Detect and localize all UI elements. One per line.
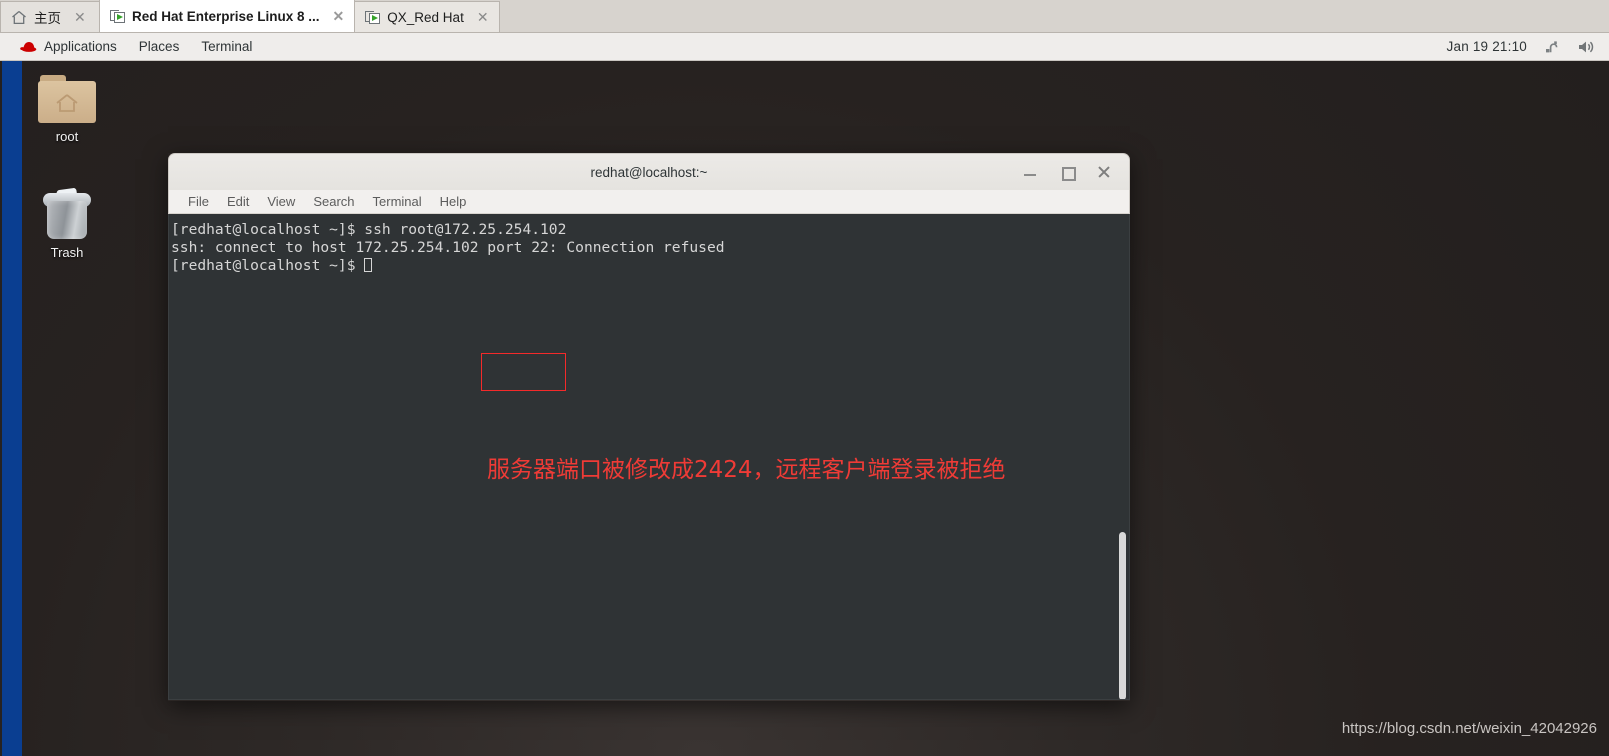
menu-label: Places xyxy=(138,39,180,54)
menu-terminal[interactable]: Terminal xyxy=(364,194,431,209)
desktop-icon-label: Trash xyxy=(50,245,84,260)
terminal-cursor xyxy=(364,257,373,272)
scrollbar-thumb[interactable] xyxy=(1119,532,1126,699)
terminal-line: [redhat@localhost ~]$ ssh root@172.25.25… xyxy=(171,221,567,238)
vm-powered-on-icon xyxy=(110,9,125,24)
vmware-tab-strip: 主页 ✕ Red Hat Enterprise Linux 8 ... ✕ QX… xyxy=(0,0,1609,33)
desktop-left-accent-bar xyxy=(2,61,22,756)
annotation-highlight-box xyxy=(481,353,566,391)
menu-terminal-window[interactable]: Terminal xyxy=(190,33,263,61)
terminal-output: [redhat@localhost ~]$ ssh root@172.25.25… xyxy=(169,214,1129,274)
terminal-prompt: [redhat@localhost ~]$ xyxy=(171,256,365,274)
desktop-icon-label: root xyxy=(55,129,79,144)
minimize-button[interactable] xyxy=(1023,165,1037,179)
menu-edit[interactable]: Edit xyxy=(218,194,258,209)
home-folder-icon xyxy=(38,75,96,123)
accessibility-icon[interactable] xyxy=(1543,39,1561,55)
trash-icon xyxy=(41,187,93,239)
menu-label: Terminal xyxy=(201,39,253,54)
gnome-top-panel: Applications Places Terminal Jan 19 21:1… xyxy=(0,33,1609,61)
maximize-button[interactable] xyxy=(1060,165,1076,181)
menu-search[interactable]: Search xyxy=(304,194,363,209)
menu-places[interactable]: Places xyxy=(128,33,191,61)
menu-file[interactable]: File xyxy=(179,194,218,209)
menu-help[interactable]: Help xyxy=(431,194,476,209)
vm-powered-on-icon xyxy=(365,10,381,25)
close-icon[interactable]: ✕ xyxy=(477,10,489,24)
close-button[interactable] xyxy=(1097,165,1111,179)
terminal-window: redhat@localhost:~ File Edit View Search… xyxy=(168,153,1130,701)
panel-menu-group: Applications Places Terminal xyxy=(0,33,263,61)
terminal-body[interactable]: [redhat@localhost ~]$ ssh root@172.25.25… xyxy=(168,214,1130,700)
tab-home[interactable]: 主页 ✕ xyxy=(0,1,100,32)
desktop-icon-root[interactable]: root xyxy=(19,75,115,144)
desktop: root Trash redhat@localhost:~ File Edit … xyxy=(0,61,1609,756)
home-icon xyxy=(11,10,27,25)
terminal-title: redhat@localhost:~ xyxy=(590,164,708,180)
annotation-text: 服务器端口被修改成2424，远程客户端登录被拒绝 xyxy=(487,457,1006,483)
menu-applications[interactable]: Applications xyxy=(9,33,128,61)
tab-label: Red Hat Enterprise Linux 8 ... xyxy=(132,8,320,24)
menu-view[interactable]: View xyxy=(258,194,304,209)
terminal-menubar: File Edit View Search Terminal Help xyxy=(168,190,1130,214)
tab-label: QX_Red Hat xyxy=(387,9,464,25)
clock[interactable]: Jan 19 21:10 xyxy=(1447,39,1527,54)
volume-icon[interactable] xyxy=(1577,39,1595,55)
terminal-titlebar[interactable]: redhat@localhost:~ xyxy=(168,153,1130,190)
tab-rhel8[interactable]: Red Hat Enterprise Linux 8 ... ✕ xyxy=(99,0,356,32)
terminal-scrollbar[interactable] xyxy=(1116,214,1128,699)
tab-qx-redhat[interactable]: QX_Red Hat ✕ xyxy=(354,1,500,32)
close-icon[interactable]: ✕ xyxy=(333,9,345,23)
window-controls xyxy=(1023,165,1129,181)
menu-label: Applications xyxy=(44,39,117,54)
tab-label: 主页 xyxy=(34,11,61,26)
panel-status-group: Jan 19 21:10 xyxy=(1447,39,1609,55)
terminal-line: ssh: connect to host 172.25.254.102 port… xyxy=(171,238,725,256)
close-icon[interactable]: ✕ xyxy=(74,10,86,24)
watermark: https://blog.csdn.net/weixin_42042926 xyxy=(1341,720,1597,737)
redhat-logo-icon xyxy=(20,40,37,53)
desktop-icon-trash[interactable]: Trash xyxy=(19,187,115,260)
